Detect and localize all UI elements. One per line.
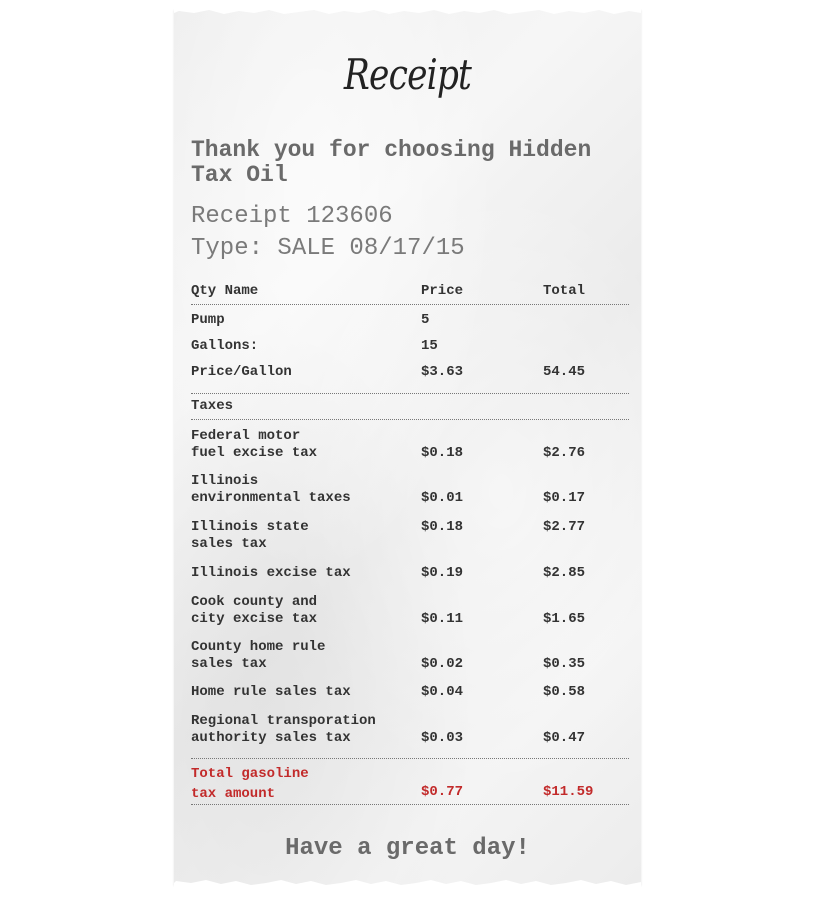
receipt-type: Type: SALE 08/17/15 [191,235,465,262]
tax-price: $0.18 [421,445,464,461]
tax-total: $0.17 [543,490,586,506]
receipt-number: Receipt 123606 [191,203,393,230]
torn-edge-top [174,8,641,14]
tax-name: County home rule sales tax [191,639,326,672]
farewell-message: Have a great day! [285,835,530,862]
item-price: $3.63 [421,364,464,380]
divider [191,419,629,420]
item-price: 5 [421,312,430,328]
total-tax-label: Total gasoline tax amount [191,766,309,802]
tax-name: Federal motor fuel excise tax [191,428,318,461]
torn-edge-bottom [174,880,641,888]
tax-price: $0.19 [421,565,464,581]
tax-total: $0.35 [543,656,586,672]
column-header-total: Total [543,283,586,299]
divider [191,393,629,394]
tax-name: Illinois state sales tax [191,519,309,552]
tax-price: $0.01 [421,490,464,506]
item-name: Gallons: [191,338,259,354]
tax-price: $0.04 [421,684,464,700]
tax-total: $2.77 [543,519,586,535]
tax-price: $0.02 [421,656,464,672]
divider [191,758,629,759]
tax-name: Home rule sales tax [191,684,351,700]
item-price: 15 [421,338,438,354]
tax-total: $0.58 [543,684,586,700]
receipt-logo: Receipt [343,50,472,99]
column-header-qty-name: Qty Name [191,283,259,299]
item-name: Pump [191,312,225,328]
tax-name: Illinois excise tax [191,565,351,581]
divider [191,304,629,305]
divider [191,804,629,805]
tax-name: Regional transporation authority sales t… [191,713,376,746]
tax-price: $0.18 [421,519,464,535]
tax-total: $0.47 [543,730,586,746]
column-header-price: Price [421,283,464,299]
tax-name: Illinois environmental taxes [191,473,351,506]
taxes-heading: Taxes [191,398,234,414]
total-tax-amount: $11.59 [543,784,594,800]
item-total: 54.45 [543,364,586,380]
tax-total: $2.76 [543,445,586,461]
tax-total: $1.65 [543,611,586,627]
tax-name: Cook county and city excise tax [191,594,318,627]
receipt-paper: Receipt Thank you for choosing Hidden Ta… [174,8,641,888]
item-name: Price/Gallon [191,364,292,380]
tax-price: $0.11 [421,611,464,627]
total-tax-price: $0.77 [421,784,464,800]
tax-price: $0.03 [421,730,464,746]
thank-you-message: Thank you for choosing Hidden Tax Oil [191,137,592,188]
tax-total: $2.85 [543,565,586,581]
